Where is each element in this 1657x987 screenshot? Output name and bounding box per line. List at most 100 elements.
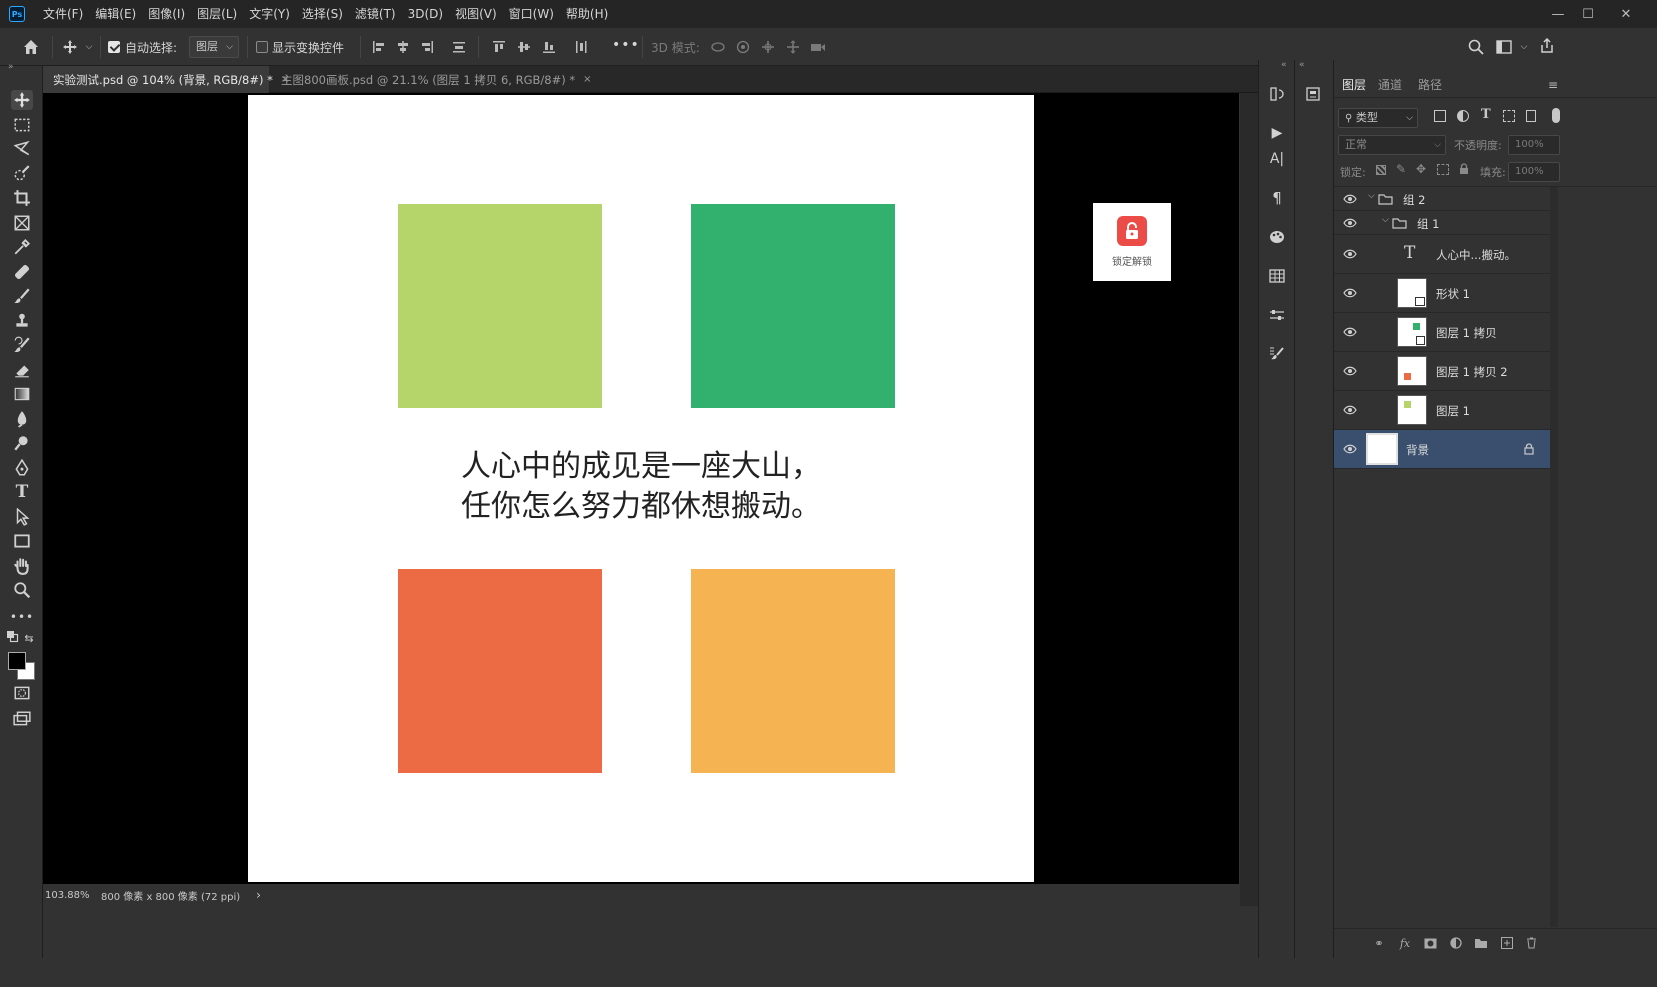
healing-brush-tool-icon[interactable] xyxy=(11,262,33,282)
menu-select[interactable]: 选择(S) xyxy=(296,0,349,28)
delete-layer-icon[interactable] xyxy=(1524,936,1538,950)
filter-toggle[interactable] xyxy=(1552,108,1560,123)
align-top-icon[interactable] xyxy=(490,38,508,56)
lock-transparent-icon[interactable] xyxy=(1376,165,1386,175)
brush-settings-icon[interactable] xyxy=(1267,343,1287,363)
actions-play-icon[interactable]: ▶ xyxy=(1267,123,1287,143)
status-menu-arrow-icon[interactable]: › xyxy=(256,888,261,902)
layer-1-copy[interactable]: 图层 1 拷贝 xyxy=(1334,313,1550,352)
roll-3d-icon[interactable] xyxy=(733,38,753,56)
eye-visibility-icon[interactable] xyxy=(1343,247,1357,261)
eye-visibility-icon[interactable] xyxy=(1343,364,1357,378)
layer-shape-1[interactable]: 形状 1 xyxy=(1334,274,1550,313)
paragraph-panel-icon[interactable]: ¶ xyxy=(1267,188,1287,208)
quick-mask-icon[interactable] xyxy=(11,683,33,703)
dodge-tool-icon[interactable] xyxy=(11,433,33,453)
edit-toolbar-icon[interactable]: ••• xyxy=(10,607,33,627)
quick-select-tool-icon[interactable] xyxy=(11,164,33,184)
collapse-arrows-icon[interactable]: « xyxy=(1299,60,1305,70)
square-lime[interactable] xyxy=(398,204,602,408)
character-panel-icon[interactable]: A| xyxy=(1267,149,1287,169)
collapse-arrows-icon[interactable]: « xyxy=(1281,60,1287,70)
menu-3d[interactable]: 3D(D) xyxy=(402,0,449,28)
share-icon[interactable] xyxy=(1537,36,1557,56)
fill-input[interactable]: 100% xyxy=(1508,162,1560,182)
square-green[interactable] xyxy=(691,204,895,408)
menu-image[interactable]: 图像(I) xyxy=(142,0,191,28)
zoom-level[interactable]: 103.88% xyxy=(45,890,95,901)
search-icon[interactable] xyxy=(1466,37,1486,57)
frame-tool-icon[interactable] xyxy=(11,213,33,233)
home-icon[interactable] xyxy=(20,36,42,58)
blend-mode-dropdown[interactable]: 正常 ⌵ xyxy=(1338,135,1446,155)
tool-preset-chevron-icon[interactable]: ⌵ xyxy=(84,40,94,54)
filter-adjustment-icon[interactable] xyxy=(1457,110,1469,122)
adjustment-layer-icon[interactable] xyxy=(1449,936,1463,950)
lasso-tool-icon[interactable] xyxy=(11,139,33,159)
eyedropper-tool-icon[interactable] xyxy=(11,237,33,257)
square-orange-red[interactable] xyxy=(398,569,602,773)
new-layer-icon[interactable] xyxy=(1500,936,1514,950)
brush-tool-icon[interactable] xyxy=(11,286,33,306)
maximize-button[interactable]: ☐ xyxy=(1578,4,1598,24)
default-colors-icon[interactable] xyxy=(7,631,21,644)
tab-paths[interactable]: 路径 xyxy=(1418,76,1442,93)
layer-1-copy-2[interactable]: 图层 1 拷贝 2 xyxy=(1334,352,1550,391)
align-center-h-icon[interactable] xyxy=(394,38,412,56)
menu-window[interactable]: 窗口(W) xyxy=(503,0,560,28)
menu-layer[interactable]: 图层(L) xyxy=(191,0,243,28)
filter-kind-dropdown[interactable]: ⚲ 类型 ⌵ xyxy=(1338,108,1418,128)
history-panel-icon[interactable] xyxy=(1267,84,1287,104)
distribute-vertical-icon[interactable] xyxy=(450,38,468,56)
layer-1[interactable]: 图层 1 xyxy=(1334,391,1550,430)
lock-pixels-brush-icon[interactable]: ✎ xyxy=(1396,162,1406,176)
history-brush-tool-icon[interactable] xyxy=(11,335,33,355)
auto-select-dropdown[interactable]: 图层 ⌵ xyxy=(189,36,239,58)
close-button[interactable]: ✕ xyxy=(1616,4,1636,24)
link-layers-icon[interactable]: ⚭ xyxy=(1372,936,1386,950)
auto-select-checkbox[interactable] xyxy=(108,41,120,53)
move-tool-icon[interactable] xyxy=(11,90,33,110)
tab-channels[interactable]: 通道 xyxy=(1378,76,1402,93)
menu-help[interactable]: 帮助(H) xyxy=(560,0,614,28)
gradient-tool-icon[interactable] xyxy=(11,384,33,404)
opacity-input[interactable]: 100% xyxy=(1508,135,1560,155)
chevron-down-icon[interactable]: ⌵ xyxy=(1368,191,1375,201)
menu-file[interactable]: 文件(F) xyxy=(37,0,89,28)
rectangle-tool-icon[interactable] xyxy=(11,531,33,551)
eraser-tool-icon[interactable] xyxy=(11,360,33,380)
zoom-tool-icon[interactable] xyxy=(11,580,33,600)
tab-layers[interactable]: 图层 xyxy=(1342,76,1366,93)
learn-panel-icon[interactable] xyxy=(1303,84,1323,104)
path-select-tool-icon[interactable] xyxy=(11,507,33,527)
align-right-icon[interactable] xyxy=(418,38,436,56)
vertical-scrollbar[interactable] xyxy=(1240,93,1258,906)
crop-tool-icon[interactable] xyxy=(11,188,33,208)
layers-scrollbar[interactable] xyxy=(1550,187,1558,927)
layer-background[interactable]: 背景 xyxy=(1334,430,1550,469)
table-grid-icon[interactable] xyxy=(1267,266,1287,286)
collapse-arrows-icon[interactable]: » xyxy=(8,62,14,72)
adjustments-panel-icon[interactable] xyxy=(1267,305,1287,325)
eye-visibility-icon[interactable] xyxy=(1343,325,1357,339)
foreground-color-swatch[interactable] xyxy=(8,652,26,670)
layer-group-2[interactable]: ⌵ 组 2 xyxy=(1334,187,1550,211)
filter-shape-icon[interactable] xyxy=(1503,110,1515,122)
swatches-palette-icon[interactable] xyxy=(1267,227,1287,247)
chevron-down-icon[interactable]: ⌵ xyxy=(1382,215,1389,225)
minimize-button[interactable]: — xyxy=(1548,4,1568,24)
layer-text[interactable]: T 人心中...搬动。 xyxy=(1334,235,1550,274)
workspace-icon[interactable] xyxy=(1494,37,1514,57)
eye-visibility-icon[interactable] xyxy=(1343,216,1357,230)
align-bottom-icon[interactable] xyxy=(540,38,558,56)
workspace-chevron-icon[interactable]: ⌵ xyxy=(1518,40,1530,54)
eye-visibility-icon[interactable] xyxy=(1343,192,1357,206)
document-canvas[interactable]: 人心中的成见是一座大山， 任你怎么努力都休想搬动。 xyxy=(248,95,1034,882)
lock-artboard-icon[interactable] xyxy=(1437,164,1449,175)
new-group-icon[interactable] xyxy=(1474,936,1488,950)
align-left-icon[interactable] xyxy=(370,38,388,56)
screen-mode-icon[interactable] xyxy=(11,709,33,729)
distribute-horizontal-icon[interactable] xyxy=(572,38,590,56)
menu-view[interactable]: 视图(V) xyxy=(449,0,503,28)
align-middle-icon[interactable] xyxy=(515,38,533,56)
